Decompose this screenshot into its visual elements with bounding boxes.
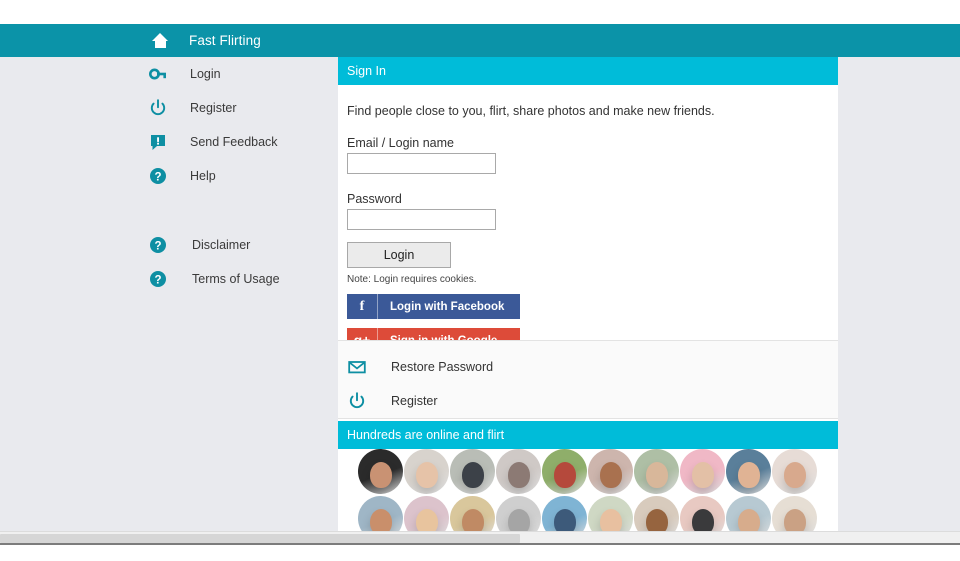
signin-form: Find people close to you, flirt, share p… [338, 104, 838, 353]
page-top-margin [0, 0, 960, 24]
sidebar-item-label: Terms of Usage [192, 272, 280, 286]
online-avatar-grid [338, 449, 838, 543]
sidebar-item-label: Disclaimer [192, 238, 250, 252]
question-icon: ? [148, 166, 168, 186]
sidebar-item-label: Login [190, 67, 221, 81]
password-input[interactable] [347, 209, 496, 230]
avatar-10[interactable] [772, 449, 817, 494]
avatar-portrait [692, 462, 714, 488]
cookie-note: Note: Login requires cookies. [347, 274, 829, 285]
email-input[interactable] [347, 153, 496, 174]
horizontal-scrollbar-thumb[interactable] [0, 534, 520, 543]
signin-title: Sign In [347, 64, 386, 78]
avatar-7[interactable] [634, 449, 679, 494]
register-link-label: Register [391, 394, 438, 408]
avatar-portrait [508, 462, 530, 488]
avatar-portrait [554, 462, 576, 488]
register-link[interactable]: Register [347, 389, 438, 413]
avatar-5[interactable] [542, 449, 587, 494]
email-label: Email / Login name [347, 136, 829, 150]
password-label: Password [347, 192, 829, 206]
avatar-1[interactable] [358, 449, 403, 494]
restore-password-link[interactable]: Restore Password [347, 355, 493, 379]
horizontal-scrollbar[interactable] [0, 531, 960, 543]
svg-text:?: ? [154, 241, 161, 253]
signin-section-header: Sign In [338, 57, 838, 85]
power-icon [148, 98, 168, 118]
avatar-portrait [370, 462, 392, 488]
sidebar-item-disclaimer[interactable]: ? Disclaimer [148, 232, 250, 258]
avatar-9[interactable] [726, 449, 771, 494]
avatar-portrait [646, 462, 668, 488]
sidebar-item-label: Help [190, 169, 216, 183]
facebook-login-button[interactable]: f Login with Facebook [347, 294, 520, 319]
question-icon: ? [148, 235, 168, 255]
feedback-icon [148, 132, 168, 152]
avatar-portrait [738, 462, 760, 488]
top-navigation-bar: Fast Flirting [0, 24, 960, 57]
secondary-links: Restore Password Register [338, 340, 838, 419]
sidebar-item-login[interactable]: Login [148, 61, 221, 87]
brand-title: Fast Flirting [189, 33, 261, 48]
power-icon [347, 391, 367, 411]
online-title: Hundreds are online and flirt [347, 428, 504, 442]
viewport-below-page [0, 545, 960, 561]
facebook-button-label: Login with Facebook [378, 301, 504, 313]
home-link[interactable] [152, 33, 169, 48]
facebook-icon: f [347, 294, 377, 319]
avatar-3[interactable] [450, 449, 495, 494]
avatar-portrait [462, 462, 484, 488]
avatar-4[interactable] [496, 449, 541, 494]
sidebar: Login Register Send Feedback [0, 57, 338, 543]
key-icon [148, 64, 168, 84]
browser-page: Fast Flirting Login Register [0, 0, 960, 543]
intro-text: Find people close to you, flirt, share p… [347, 104, 829, 118]
avatar-2[interactable] [404, 449, 449, 494]
sidebar-item-label: Send Feedback [190, 135, 278, 149]
avatar-portrait [416, 462, 438, 488]
sidebar-item-help[interactable]: ? Help [148, 163, 216, 189]
avatar-6[interactable] [588, 449, 633, 494]
svg-text:?: ? [154, 275, 161, 287]
online-section-header: Hundreds are online and flirt [338, 421, 838, 449]
login-button[interactable]: Login [347, 242, 451, 268]
question-icon: ? [148, 269, 168, 289]
avatar-portrait [600, 462, 622, 488]
avatar-row [358, 449, 838, 494]
sidebar-item-label: Register [190, 101, 237, 115]
avatar-8[interactable] [680, 449, 725, 494]
sidebar-item-send-feedback[interactable]: Send Feedback [148, 129, 278, 155]
avatar-portrait [784, 462, 806, 488]
main-content-panel: Sign In Find people close to you, flirt,… [338, 57, 838, 543]
restore-password-label: Restore Password [391, 360, 493, 374]
mail-icon [347, 357, 367, 377]
svg-text:?: ? [154, 172, 161, 184]
sidebar-item-terms-of-usage[interactable]: ? Terms of Usage [148, 266, 280, 292]
sidebar-item-register[interactable]: Register [148, 95, 237, 121]
home-icon [152, 33, 169, 48]
